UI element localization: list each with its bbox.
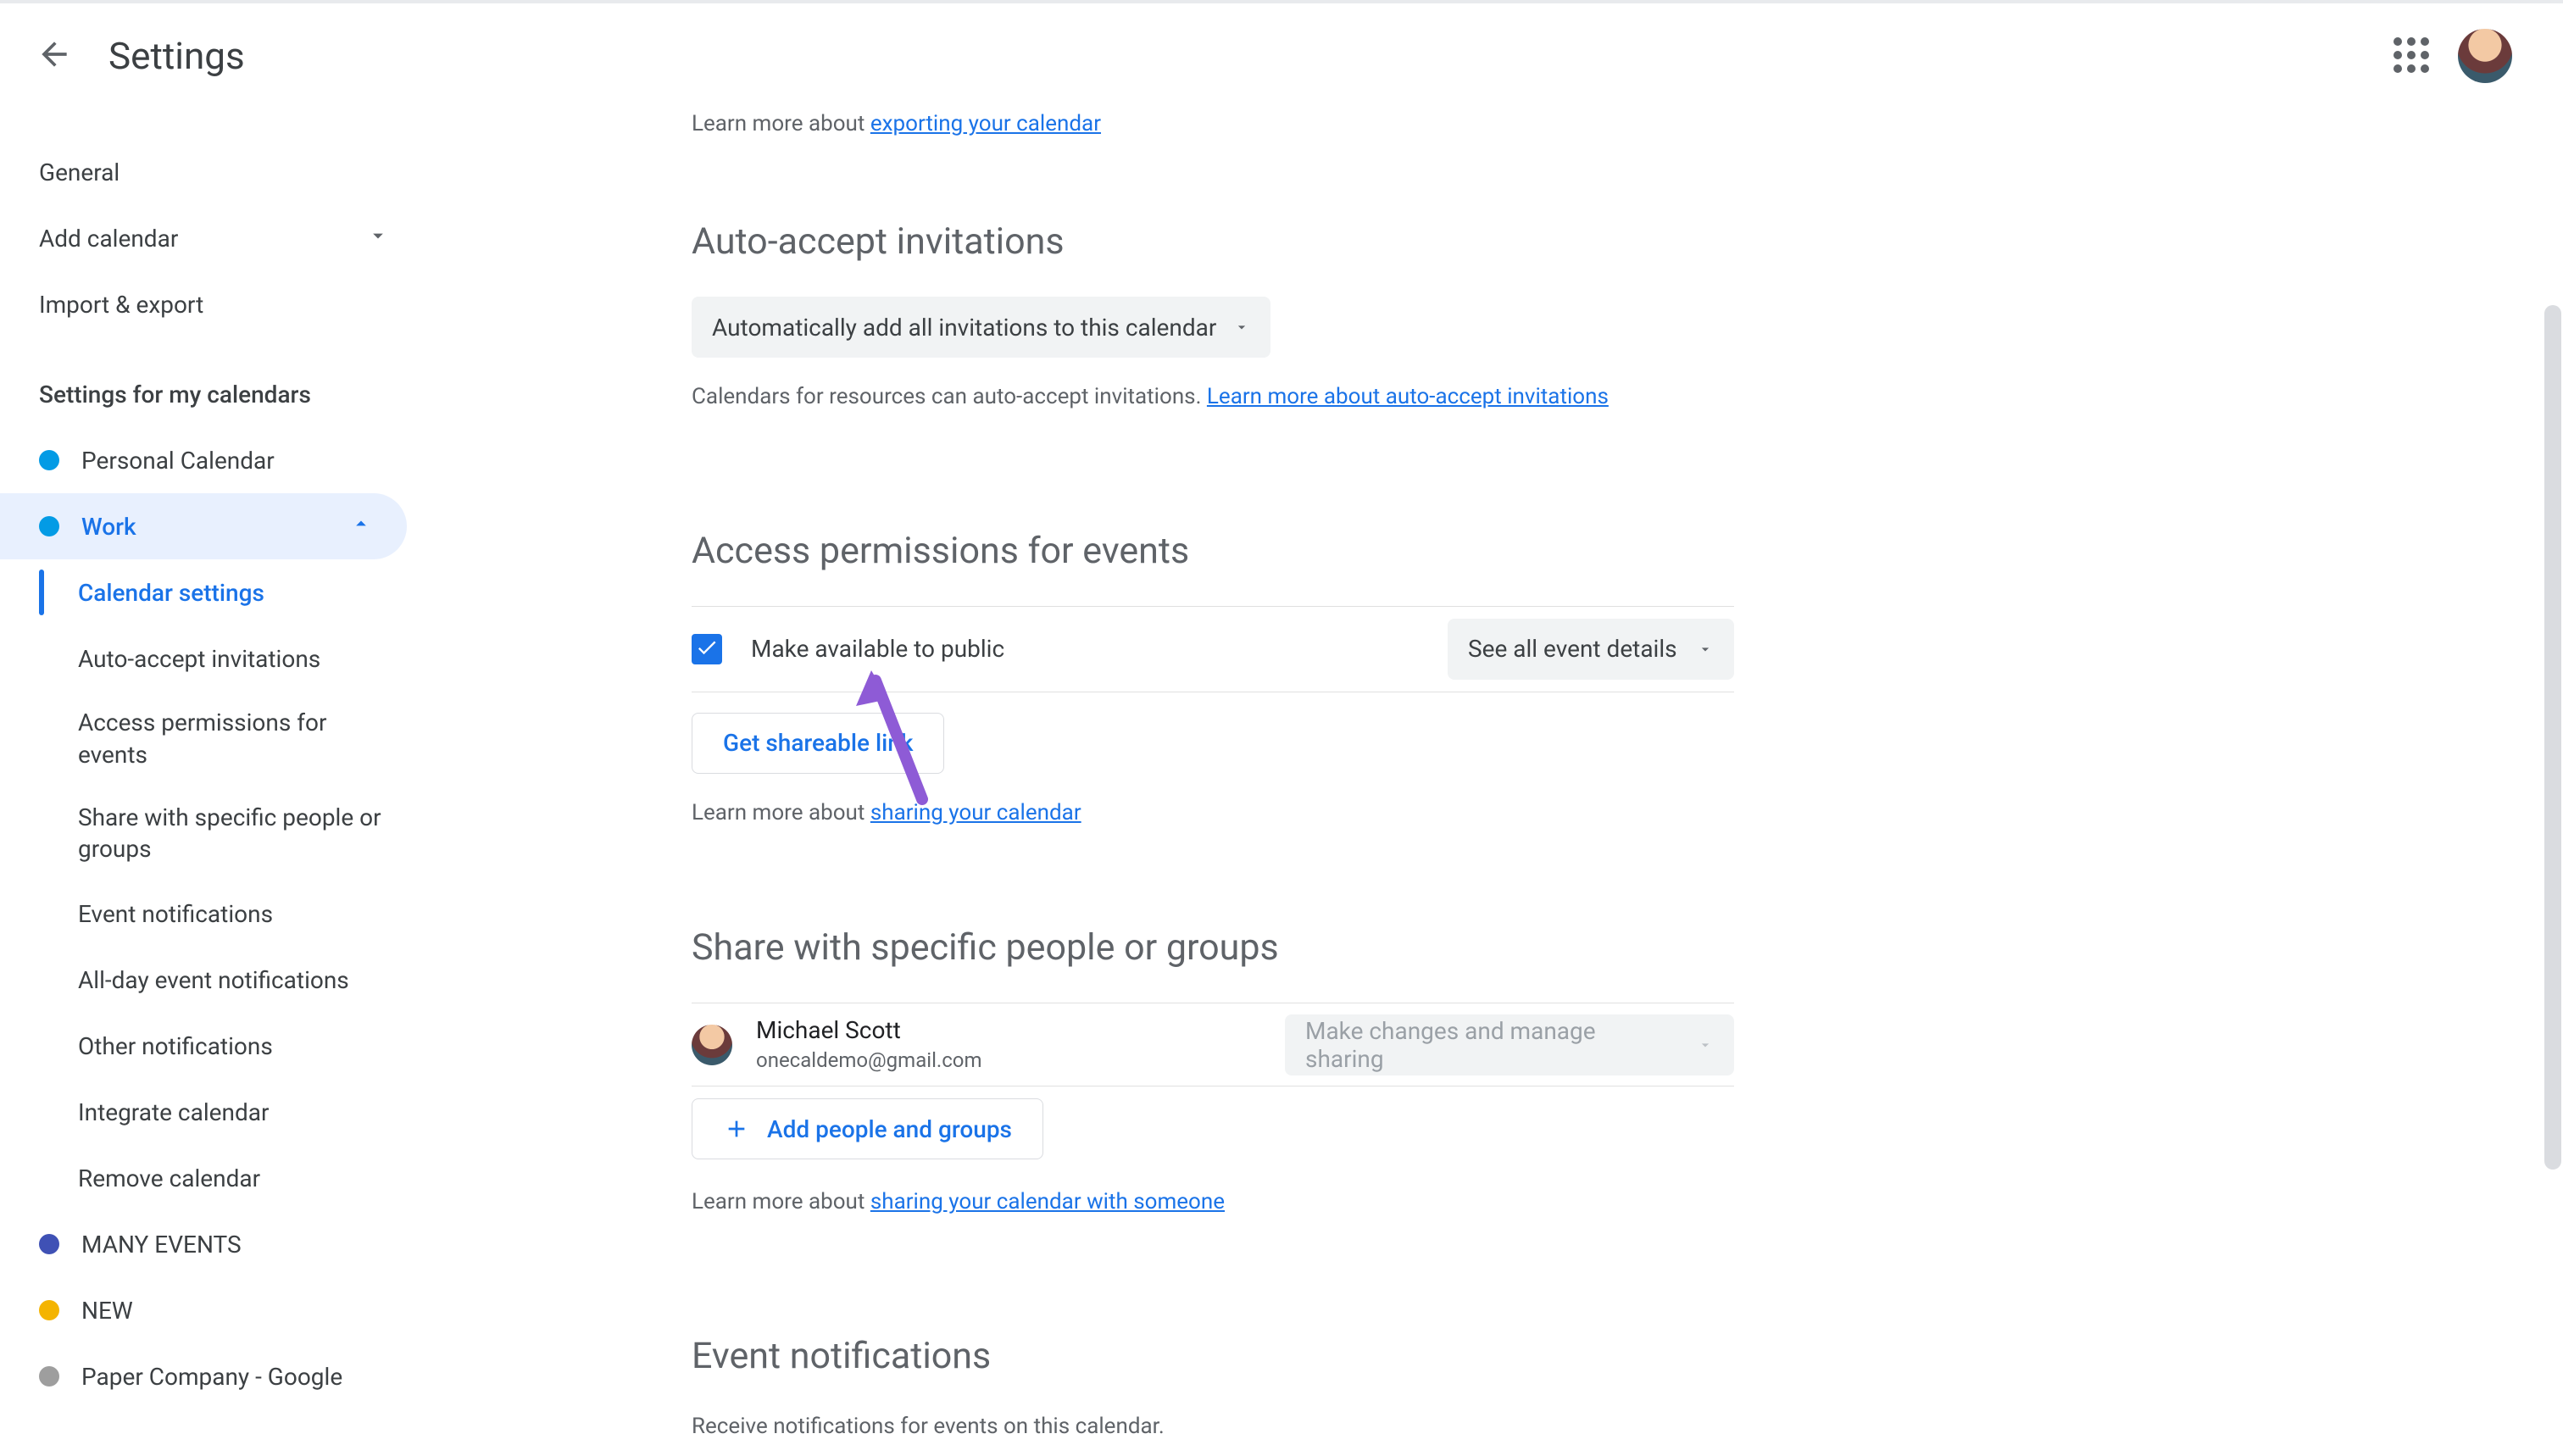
sharing-calendar-link[interactable]: sharing your calendar xyxy=(870,800,1081,825)
sidebar-item-label: Work xyxy=(81,513,136,541)
auto-accept-learn-more-link[interactable]: Learn more about auto-accept invitations xyxy=(1207,384,1609,409)
sharing-hint: Learn more about sharing your calendar xyxy=(692,797,1734,828)
sidebar-item-label: MANY EVENTS xyxy=(81,1231,242,1259)
back-button[interactable] xyxy=(34,36,75,76)
sidebar-sub-share-specific[interactable]: Share with specific people or groups xyxy=(0,786,424,881)
settings-panel: Learn more about exporting your calendar… xyxy=(692,108,1734,1456)
calendar-color-dot xyxy=(39,516,59,536)
sidebar-item-label: NEW xyxy=(81,1297,133,1325)
make-public-label: Make available to public xyxy=(751,635,1004,663)
person-permission-select[interactable]: Make changes and manage sharing xyxy=(1285,1014,1734,1075)
event-notifications-desc: Receive notifications for events on this… xyxy=(692,1411,1734,1442)
person-avatar xyxy=(692,1025,732,1065)
sidebar-calendar-new[interactable]: NEW xyxy=(0,1277,424,1343)
sidebar-calendar-paper-company[interactable]: Paper Company - Google xyxy=(0,1343,424,1409)
button-label: Get shareable link xyxy=(723,729,913,757)
section-title-auto-accept: Auto-accept invitations xyxy=(692,220,1734,263)
hint-prefix: Learn more about xyxy=(692,800,870,825)
sidebar-sub-auto-accept[interactable]: Auto-accept invitations xyxy=(0,625,424,692)
sidebar-item-label: Add calendar xyxy=(39,225,178,253)
sidebar: General Add calendar Import & export Set… xyxy=(0,108,424,1456)
person-name: Michael Scott xyxy=(756,1016,982,1045)
add-people-button[interactable]: Add people and groups xyxy=(692,1098,1043,1159)
sidebar-sub-other-notifications[interactable]: Other notifications xyxy=(0,1013,424,1079)
export-hint: Learn more about exporting your calendar xyxy=(692,108,1734,139)
sidebar-item-import-export[interactable]: Import & export xyxy=(0,271,424,337)
plus-icon xyxy=(723,1115,750,1142)
page-title: Settings xyxy=(108,34,245,78)
sidebar-sub-calendar-settings[interactable]: Calendar settings xyxy=(0,559,424,625)
dropdown-icon xyxy=(1697,1036,1714,1053)
dropdown-icon xyxy=(1697,641,1714,658)
hint-prefix: Learn more about xyxy=(692,111,870,136)
sidebar-item-general[interactable]: General xyxy=(0,139,424,205)
sidebar-sub-event-notifications[interactable]: Event notifications xyxy=(0,881,424,947)
calendar-color-dot xyxy=(39,1300,59,1320)
hint-prefix: Calendars for resources can auto-accept … xyxy=(692,384,1207,409)
section-title-access-permissions: Access permissions for events xyxy=(692,530,1734,572)
sidebar-sub-remove[interactable]: Remove calendar xyxy=(0,1145,424,1211)
calendar-color-dot xyxy=(39,1366,59,1387)
check-icon xyxy=(695,636,719,663)
get-shareable-link-button[interactable]: Get shareable link xyxy=(692,713,944,774)
public-permission-row: Make available to public See all event d… xyxy=(692,606,1734,692)
section-title-event-notifications: Event notifications xyxy=(692,1335,1734,1377)
sharing-someone-hint: Learn more about sharing your calendar w… xyxy=(692,1186,1734,1217)
dropdown-icon xyxy=(1233,319,1250,336)
person-email: onecaldemo@gmail.com xyxy=(756,1048,982,1073)
calendar-color-dot xyxy=(39,1234,59,1254)
section-title-share-specific: Share with specific people or groups xyxy=(692,926,1734,969)
hint-prefix: Learn more about xyxy=(692,1189,870,1214)
make-public-checkbox[interactable] xyxy=(692,634,722,664)
sidebar-sub-access-permissions[interactable]: Access permissions for events xyxy=(0,692,424,786)
sidebar-item-add-calendar[interactable]: Add calendar xyxy=(0,205,424,271)
arrow-left-icon xyxy=(36,36,73,76)
button-label: Add people and groups xyxy=(767,1115,1012,1143)
share-row: Michael Scott onecaldemo@gmail.com Make … xyxy=(692,1003,1734,1086)
sidebar-calendar-work[interactable]: Work xyxy=(0,493,407,559)
sidebar-calendar-personal[interactable]: Personal Calendar xyxy=(0,427,424,493)
select-value: See all event details xyxy=(1468,635,1677,663)
sidebar-sub-integrate[interactable]: Integrate calendar xyxy=(0,1079,424,1145)
sharing-with-someone-link[interactable]: sharing your calendar with someone xyxy=(870,1189,1225,1214)
select-value: Make changes and manage sharing xyxy=(1305,1017,1680,1073)
share-list: Michael Scott onecaldemo@gmail.com Make … xyxy=(692,1003,1734,1086)
select-value: Automatically add all invitations to thi… xyxy=(712,314,1216,342)
calendar-color-dot xyxy=(39,450,59,470)
chevron-down-icon xyxy=(366,224,390,253)
exporting-calendar-link[interactable]: exporting your calendar xyxy=(870,111,1101,136)
public-visibility-select[interactable]: See all event details xyxy=(1448,619,1734,680)
auto-accept-hint: Calendars for resources can auto-accept … xyxy=(692,381,1734,412)
sidebar-item-label: Personal Calendar xyxy=(81,447,275,475)
sidebar-sub-all-day-notifications[interactable]: All-day event notifications xyxy=(0,947,424,1013)
chevron-up-icon xyxy=(349,512,373,542)
sidebar-section-header: Settings for my calendars xyxy=(0,361,424,427)
scrollbar-thumb[interactable] xyxy=(2544,305,2561,1170)
auto-accept-select[interactable]: Automatically add all invitations to thi… xyxy=(692,297,1270,358)
sidebar-item-label: Paper Company - Google xyxy=(81,1363,342,1391)
sidebar-calendar-many-events[interactable]: MANY EVENTS xyxy=(0,1211,424,1277)
account-avatar[interactable] xyxy=(2458,29,2512,83)
google-apps-button[interactable] xyxy=(2393,37,2431,75)
